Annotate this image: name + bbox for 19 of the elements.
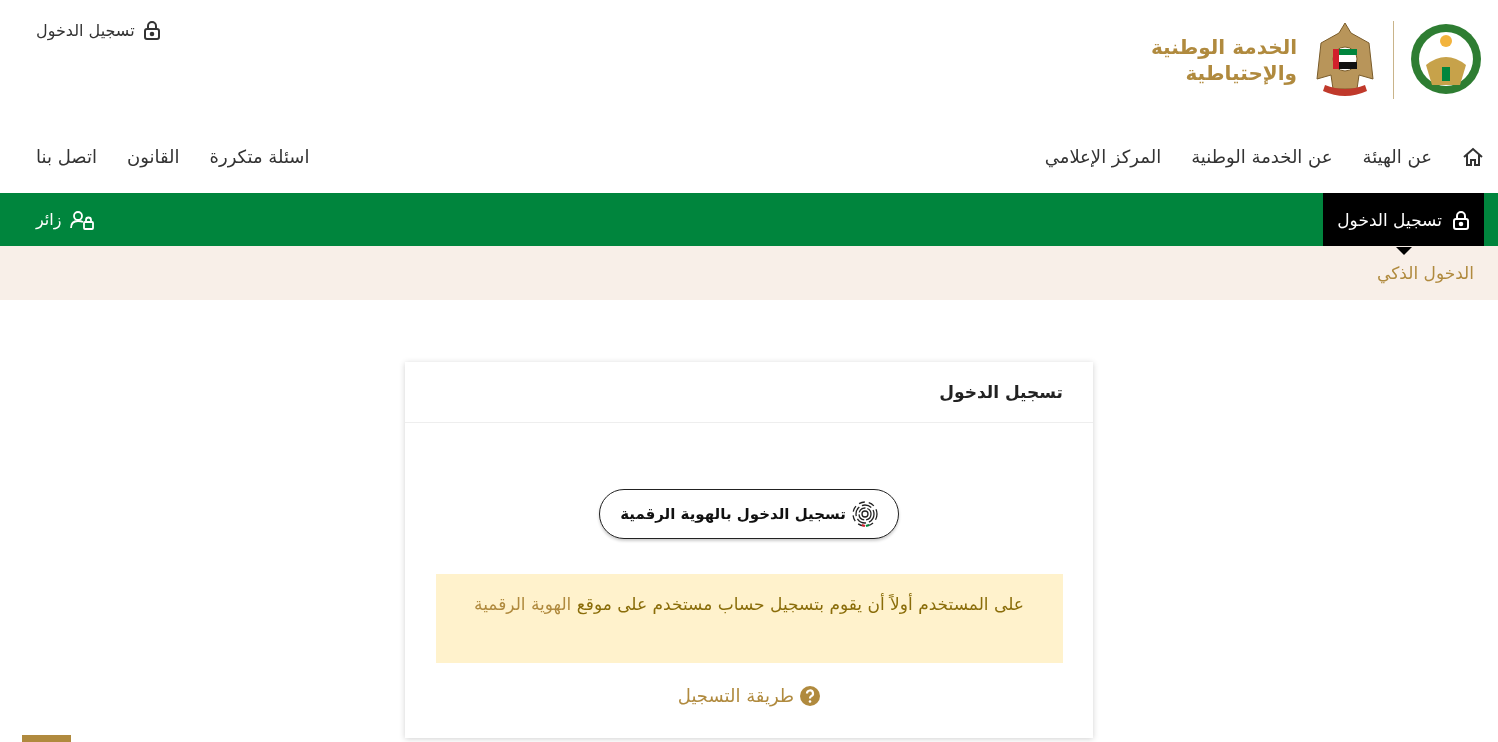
logo-text: الخدمة الوطنية — [1151, 34, 1297, 60]
login-link[interactable]: تسجيل الدخول — [36, 20, 161, 40]
nav-link[interactable]: القانون — [126, 146, 180, 167]
help-icon — [800, 685, 821, 706]
nav-link[interactable]: اسئلة متكررة — [209, 146, 310, 167]
notice-message: على المستخدم أولاً أن يقوم بتسجيل حساب مستخدم على موقع الهوية الرقمية — [435, 574, 1063, 663]
nav-link[interactable]: اتصل بنا — [36, 146, 97, 167]
nav-link[interactable]: عن الهيئة — [1362, 146, 1432, 167]
lock-icon — [142, 20, 161, 40]
fingerprint-icon — [851, 501, 878, 527]
nav-link[interactable]: عن الخدمة الوطنية — [1191, 146, 1333, 167]
home-icon[interactable] — [1462, 146, 1484, 167]
lock-icon — [1452, 209, 1470, 230]
visitor-label: زائر — [36, 210, 62, 229]
card-title: تسجيل الدخول — [939, 382, 1063, 402]
digital-id-login-button[interactable]: تسجيل الدخول بالهوية الرقمية — [599, 489, 899, 539]
logo-text: والإحتياطية — [1184, 60, 1297, 86]
user-lock-icon — [69, 209, 96, 230]
nav-link[interactable]: المركز الإعلامي — [1044, 146, 1162, 167]
